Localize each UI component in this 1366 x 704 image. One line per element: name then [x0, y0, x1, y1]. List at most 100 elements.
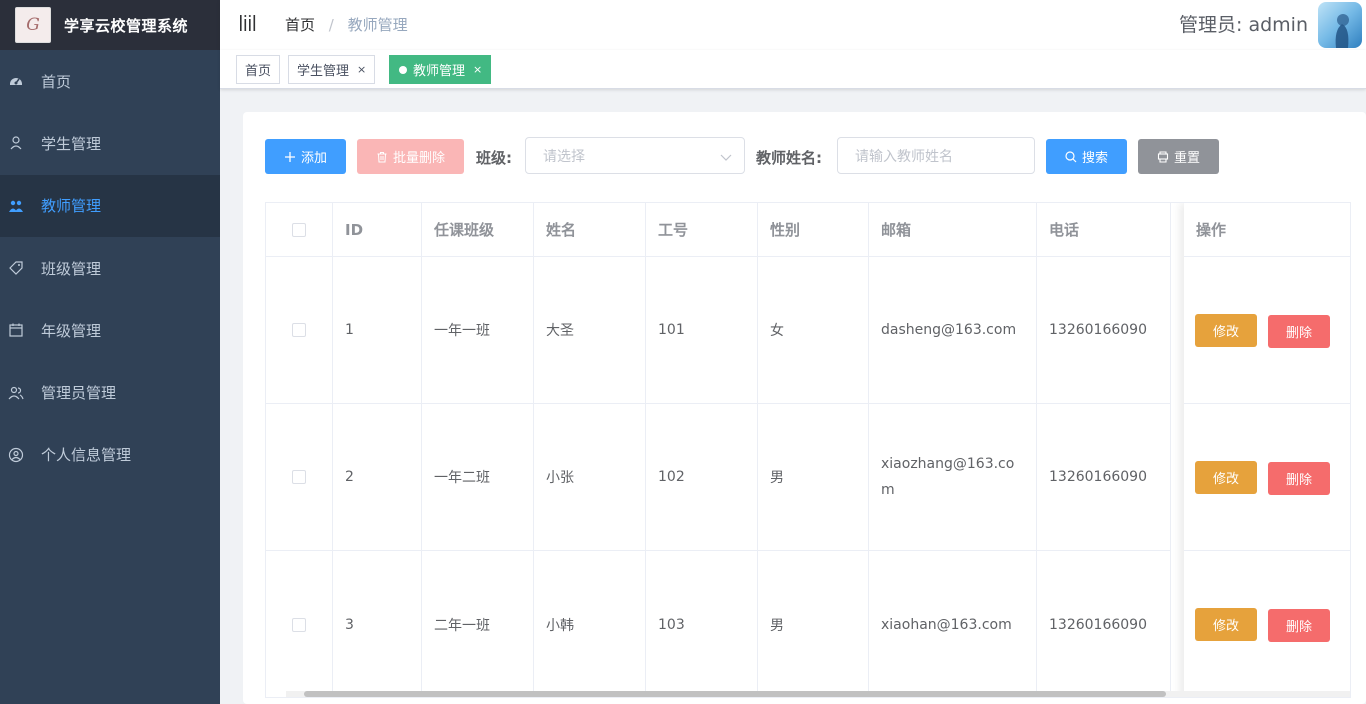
tags-view: 首页 学生管理 × 教师管理 ×: [220, 50, 1366, 89]
header-id: ID: [333, 203, 422, 257]
cell-number: 101: [646, 257, 758, 404]
cell-email: xiaohan@163.com: [869, 551, 1037, 697]
sidebar-item-home[interactable]: 首页: [0, 50, 220, 112]
breadcrumb-current: 教师管理: [347, 16, 408, 34]
cell-class: 一年一班: [422, 257, 534, 404]
sidebar-item-profile[interactable]: 个人信息管理: [0, 424, 220, 486]
edit-button[interactable]: 修改: [1195, 314, 1257, 347]
delete-button[interactable]: 删除: [1268, 462, 1330, 495]
active-dot-icon: [399, 65, 407, 74]
sidebar-item-admins[interactable]: 管理员管理: [0, 361, 220, 423]
tag-teachers[interactable]: 教师管理 ×: [389, 55, 492, 84]
sidebar-item-label: 教师管理: [41, 197, 102, 216]
app-title: 学享云校管理系统: [64, 16, 189, 35]
class-filter-label: 班级:: [476, 149, 512, 167]
row-checkbox-cell: [266, 404, 333, 551]
sidebar-item-grades[interactable]: 年级管理: [0, 299, 220, 361]
cell-phone: 13260166090: [1037, 404, 1171, 551]
cell-name: 小韩: [534, 551, 646, 697]
row-checkbox[interactable]: [292, 323, 306, 337]
teacher-name-input[interactable]: 请输入教师姓名: [837, 137, 1035, 174]
class-select[interactable]: 请选择: [525, 137, 745, 174]
header-name: 姓名: [534, 203, 646, 257]
content-card: 添加 批量删除 班级: 请选择 教师姓名: 请输入教师姓名 搜索 重置 ID 任…: [243, 112, 1366, 704]
dashboard-icon: [8, 73, 24, 89]
peoples-icon: [8, 198, 24, 214]
close-icon[interactable]: ×: [357, 63, 366, 76]
teacher-name-label: 教师姓名:: [756, 149, 822, 167]
sidebar: G 学享云校管理系统 首页 学生管理 教师管理 班级管理 年级管理 管理员管理 …: [0, 0, 220, 704]
user-circle-icon: [8, 447, 24, 463]
calendar-icon: [8, 322, 24, 338]
search-button[interactable]: 搜索: [1046, 139, 1127, 174]
header-email: 邮箱: [869, 203, 1037, 257]
edit-button[interactable]: 修改: [1195, 608, 1257, 641]
tag-students[interactable]: 学生管理 ×: [288, 55, 376, 84]
breadcrumb: 首页 / 教师管理: [285, 14, 408, 35]
row-checkbox-cell: [266, 551, 333, 697]
sidebar-item-teachers[interactable]: 教师管理: [0, 174, 220, 237]
sidebar-item-classes[interactable]: 班级管理: [0, 237, 220, 299]
row-checkbox-cell: [266, 257, 333, 404]
sidebar-item-label: 个人信息管理: [41, 446, 132, 465]
sidebar-item-label: 首页: [41, 72, 72, 91]
logo-image: G: [15, 7, 51, 43]
cell-number: 103: [646, 551, 758, 697]
search-icon: [1065, 150, 1077, 162]
add-button[interactable]: 添加: [265, 139, 346, 174]
scrollbar-thumb[interactable]: [304, 691, 1166, 697]
cell-gender: 女: [758, 257, 869, 404]
delete-button[interactable]: 删除: [1268, 609, 1330, 642]
horizontal-scrollbar[interactable]: [286, 691, 1350, 697]
sidebar-item-label: 管理员管理: [41, 384, 117, 403]
header-number: 工号: [646, 203, 758, 257]
delete-button[interactable]: 删除: [1268, 315, 1330, 348]
cell-email: dasheng@163.com: [869, 257, 1037, 404]
breadcrumb-home[interactable]: 首页: [285, 16, 315, 34]
cell-phone: 13260166090: [1037, 551, 1171, 697]
row-checkbox[interactable]: [292, 617, 306, 632]
header-phone: 电话: [1037, 203, 1171, 257]
select-all-checkbox[interactable]: [292, 222, 306, 237]
cell-email: xiaozhang@163.com: [869, 404, 1037, 551]
chevron-down-icon: [720, 154, 732, 161]
header-class: 任课班级: [422, 203, 534, 257]
close-icon[interactable]: ×: [473, 63, 482, 76]
cell-id: 2: [333, 404, 422, 551]
teacher-table: ID 任课班级 姓名 工号 性别 邮箱 电话 1 一年一班 大圣 101 女 d…: [265, 202, 1351, 698]
tag-icon: [8, 260, 24, 276]
reset-button[interactable]: 重置: [1138, 139, 1219, 174]
operation-cell: 修改 删除: [1184, 551, 1350, 697]
batch-delete-button[interactable]: 批量删除: [357, 139, 464, 174]
header-gender: 性别: [758, 203, 869, 257]
cell-class: 一年二班: [422, 404, 534, 551]
admin-label[interactable]: 管理员: admin: [1179, 10, 1308, 37]
user-group-icon: [8, 385, 24, 401]
row-checkbox[interactable]: [292, 470, 306, 484]
breadcrumb-separator: /: [328, 16, 334, 34]
user-icon: [8, 135, 24, 151]
cell-name: 小张: [534, 404, 646, 551]
hamburger-icon[interactable]: [239, 14, 257, 36]
sidebar-item-students[interactable]: 学生管理: [0, 112, 220, 174]
edit-button[interactable]: 修改: [1195, 461, 1257, 494]
operation-cell: 修改 删除: [1184, 404, 1350, 551]
logo-area: G 学享云校管理系统: [0, 0, 220, 50]
avatar[interactable]: [1318, 2, 1362, 48]
cell-class: 二年一班: [422, 551, 534, 697]
operation-column: 操作 修改 删除 修改 删除 修改 删除: [1184, 203, 1350, 697]
cell-phone: 13260166090: [1037, 257, 1171, 404]
tag-home[interactable]: 首页: [236, 55, 281, 84]
cell-gender: 男: [758, 551, 869, 697]
navbar: 首页 / 教师管理 管理员: admin: [220, 0, 1366, 50]
cell-number: 102: [646, 404, 758, 551]
cell-name: 大圣: [534, 257, 646, 404]
cell-id: 3: [333, 551, 422, 697]
sidebar-item-label: 班级管理: [41, 259, 102, 278]
header-operation: 操作: [1184, 203, 1350, 257]
sidebar-item-label: 年级管理: [41, 321, 102, 340]
reset-icon: [1157, 150, 1169, 163]
header-checkbox-cell: [266, 203, 333, 257]
cell-id: 1: [333, 257, 422, 404]
operation-cell: 修改 删除: [1184, 257, 1350, 404]
